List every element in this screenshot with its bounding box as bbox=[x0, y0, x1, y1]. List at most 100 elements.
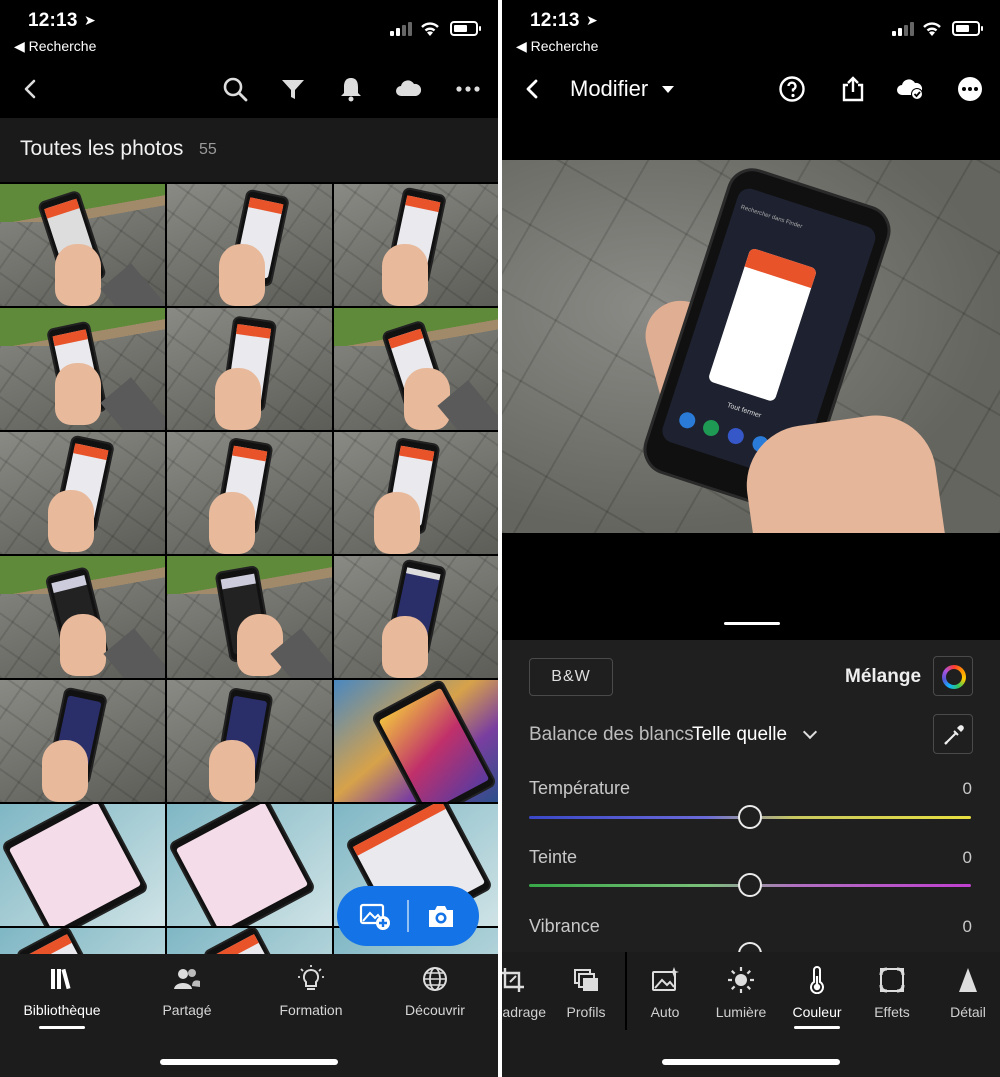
temperature-slider[interactable] bbox=[529, 805, 971, 829]
slider-knob[interactable] bbox=[738, 805, 762, 829]
temperature-value[interactable]: 0 bbox=[963, 779, 972, 799]
tool-label: Profils bbox=[566, 1004, 606, 1020]
auto-icon bbox=[652, 967, 679, 991]
battery-icon bbox=[952, 21, 983, 36]
detail-icon bbox=[959, 968, 977, 992]
tool-label: Lumière bbox=[715, 1004, 767, 1020]
cloud-icon[interactable] bbox=[393, 74, 423, 104]
wifi-icon bbox=[421, 22, 439, 36]
photo-thumbnail[interactable] bbox=[0, 680, 165, 802]
share-icon[interactable] bbox=[838, 74, 868, 104]
tint-value[interactable]: 0 bbox=[963, 848, 972, 868]
cloud-synced-icon[interactable] bbox=[895, 74, 925, 104]
photo-thumbnail[interactable] bbox=[167, 680, 332, 802]
search-icon[interactable] bbox=[220, 74, 250, 104]
photo-thumbnail[interactable] bbox=[167, 804, 332, 926]
photo-thumbnail[interactable] bbox=[0, 184, 165, 306]
tool-label: Couleur bbox=[792, 1004, 842, 1020]
tool-detail[interactable]: Détail bbox=[930, 966, 1000, 1020]
editor-header: Modifier bbox=[502, 62, 1000, 118]
white-balance-dropdown[interactable]: Telle quelle bbox=[692, 724, 787, 746]
tool-auto[interactable]: Auto bbox=[627, 966, 703, 1020]
back-icon[interactable] bbox=[518, 74, 548, 104]
tint-slider[interactable] bbox=[529, 873, 971, 897]
section-header: Toutes les photos 55 bbox=[0, 118, 498, 182]
sheet-drag-handle[interactable] bbox=[724, 622, 780, 625]
back-to-app-link[interactable]: ◀ Recherche bbox=[14, 38, 96, 55]
home-indicator[interactable] bbox=[662, 1059, 840, 1065]
tab-label: Découvrir bbox=[405, 1002, 465, 1018]
status-bar: 12:13 ➤ ◀ Recherche bbox=[502, 0, 1000, 62]
bell-icon[interactable] bbox=[336, 74, 366, 104]
location-arrow-icon: ➤ bbox=[586, 12, 598, 28]
chevron-down-icon[interactable] bbox=[802, 724, 818, 740]
vibrance-value[interactable]: 0 bbox=[963, 917, 972, 937]
slider-knob[interactable] bbox=[738, 873, 762, 897]
photo-thumbnail[interactable] bbox=[334, 184, 498, 306]
tab-partage[interactable]: Partagé bbox=[127, 964, 247, 1018]
photo-thumbnail[interactable] bbox=[334, 432, 498, 554]
chevron-down-icon[interactable] bbox=[662, 86, 674, 93]
help-icon[interactable] bbox=[777, 74, 807, 104]
photo-thumbnail[interactable] bbox=[0, 556, 165, 678]
tool-lumiere[interactable]: Lumière bbox=[703, 966, 779, 1020]
mode-dropdown[interactable]: Modifier bbox=[570, 76, 648, 102]
tool-label: Détail bbox=[950, 1004, 986, 1020]
library-tab-bar: Bibliothèque Partagé Formation Découvrir bbox=[0, 954, 498, 1077]
tab-bibliotheque[interactable]: Bibliothèque bbox=[2, 964, 122, 1029]
add-photo-fab[interactable] bbox=[337, 886, 479, 946]
photo-thumbnail[interactable] bbox=[0, 804, 165, 926]
import-photo-icon[interactable] bbox=[359, 901, 391, 931]
photo-thumbnail[interactable] bbox=[167, 556, 332, 678]
tool-couleur[interactable]: Couleur bbox=[779, 966, 855, 1029]
library-screen: 12:13 ➤ ◀ Recherche Toutes les photos 55… bbox=[0, 0, 498, 1077]
editor-screen: 12:13 ➤ ◀ Recherche Modifier Rechercher … bbox=[502, 0, 1000, 1077]
slider-knob[interactable] bbox=[738, 942, 762, 952]
photo-thumbnail[interactable] bbox=[167, 308, 332, 430]
filter-icon[interactable] bbox=[278, 74, 308, 104]
tab-decouvrir[interactable]: Découvrir bbox=[375, 964, 495, 1018]
globe-icon bbox=[423, 967, 447, 991]
effects-icon bbox=[879, 967, 905, 993]
location-arrow-icon: ➤ bbox=[84, 12, 96, 28]
active-tab-indicator bbox=[794, 1026, 840, 1029]
photo-thumbnail[interactable] bbox=[334, 680, 498, 802]
fab-divider bbox=[407, 900, 409, 932]
color-wheel-icon bbox=[942, 665, 966, 689]
eyedropper-button[interactable] bbox=[933, 714, 973, 754]
status-bar: 12:13 ➤ ◀ Recherche bbox=[0, 0, 498, 62]
photo-thumbnail[interactable] bbox=[167, 184, 332, 306]
tool-effets[interactable]: Effets bbox=[854, 966, 930, 1020]
profiles-icon bbox=[574, 969, 598, 991]
bw-button[interactable]: B&W bbox=[529, 658, 613, 696]
signal-icon bbox=[390, 22, 412, 36]
tab-formation[interactable]: Formation bbox=[251, 964, 371, 1018]
tool-recadrage[interactable]: adrage bbox=[502, 966, 550, 1020]
eyedropper-icon bbox=[944, 725, 964, 745]
color-panel: B&W Mélange Balance des blancs Telle que… bbox=[502, 640, 1000, 952]
photo-thumbnail[interactable] bbox=[167, 432, 332, 554]
lightbulb-icon bbox=[298, 965, 324, 990]
more-icon[interactable] bbox=[955, 74, 985, 104]
vibrance-label: Vibrance bbox=[529, 916, 600, 936]
tab-label: Bibliothèque bbox=[23, 1002, 101, 1018]
edit-photo-preview[interactable]: Rechercher dans Finder Tout fermer bbox=[502, 160, 1000, 533]
back-to-app-link[interactable]: ◀ Recherche bbox=[516, 38, 598, 55]
photo-grid bbox=[0, 184, 498, 954]
back-icon[interactable] bbox=[16, 74, 46, 104]
home-indicator[interactable] bbox=[160, 1059, 338, 1065]
signal-icon bbox=[892, 22, 914, 36]
temperature-label: Température bbox=[529, 778, 631, 798]
library-icon bbox=[51, 968, 71, 990]
tool-label: Effets bbox=[874, 1004, 910, 1020]
photo-thumbnail[interactable] bbox=[334, 308, 498, 430]
camera-icon[interactable] bbox=[425, 901, 457, 931]
photo-thumbnail[interactable] bbox=[0, 432, 165, 554]
color-mix-button[interactable] bbox=[933, 656, 973, 696]
photo-thumbnail[interactable] bbox=[334, 556, 498, 678]
photo-thumbnail[interactable] bbox=[0, 308, 165, 430]
photo-thumbnail[interactable] bbox=[0, 928, 165, 954]
more-icon[interactable] bbox=[453, 74, 483, 104]
tool-profils[interactable]: Profils bbox=[548, 966, 624, 1020]
photo-thumbnail[interactable] bbox=[167, 928, 332, 954]
